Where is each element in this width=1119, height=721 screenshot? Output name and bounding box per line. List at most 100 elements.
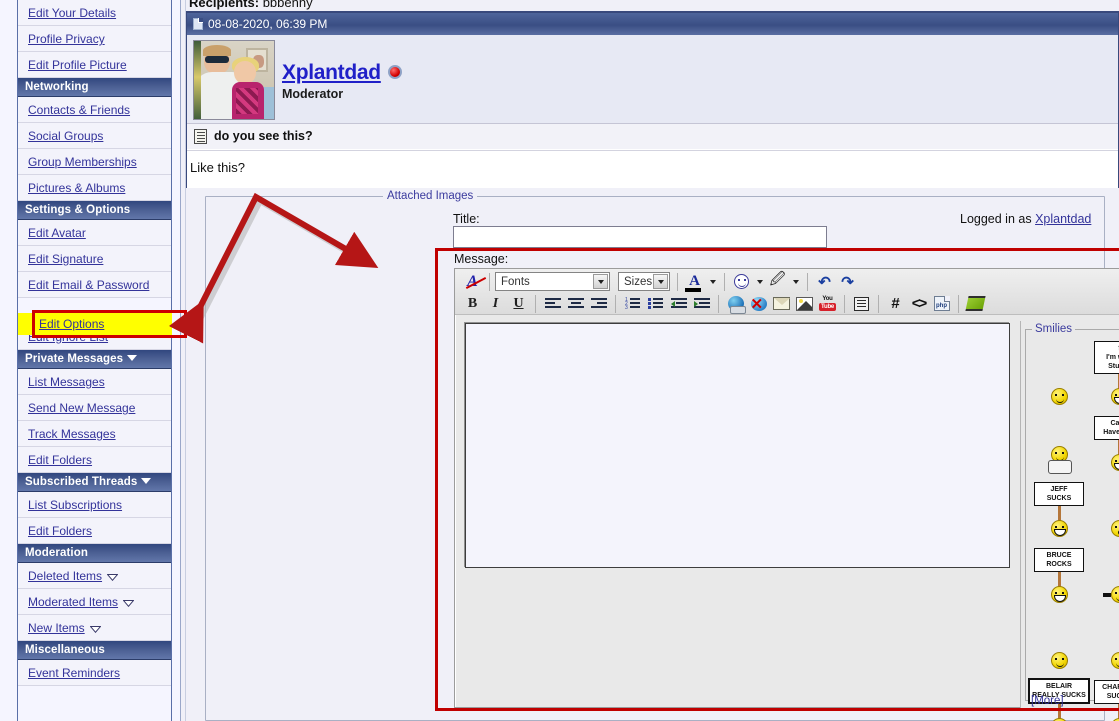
sidebar-item-edit-folders[interactable]: Edit Folders [18, 447, 171, 473]
smilie-cell[interactable]: BRUCE ROCKS [1029, 537, 1089, 603]
smilie-bruce-rocks-icon[interactable]: BRUCE ROCKS [1034, 548, 1084, 603]
sidebar-item-label[interactable]: List Subscriptions [28, 498, 122, 512]
sidebar-item-label[interactable]: Social Groups [28, 129, 103, 143]
sidebar-item-label[interactable]: Edit Avatar [28, 226, 86, 240]
smilie-cell[interactable]: ↑I'm withStupid [1089, 339, 1119, 405]
sidebar-item-moderated-items[interactable]: Moderated Items [18, 589, 171, 615]
insert-php-icon[interactable]: php [930, 293, 953, 315]
align-right-icon[interactable] [587, 293, 610, 315]
insert-html-icon[interactable]: <> [907, 293, 930, 315]
bold-icon[interactable]: B [461, 293, 484, 315]
sidebar-item-new-items[interactable]: New Items [18, 615, 171, 641]
chevron-down-icon[interactable] [141, 477, 152, 484]
align-left-icon[interactable] [541, 293, 564, 315]
smilie-wink-icon[interactable] [1050, 388, 1068, 405]
smilie-can-i-have-it-icon[interactable]: Can IHave It?? [1094, 416, 1119, 471]
logged-in-username-link[interactable]: Xplantdad [1035, 212, 1091, 226]
chevron-down-outline-icon[interactable] [89, 616, 102, 634]
insert-highlight-icon[interactable] [964, 293, 987, 315]
chevron-down-icon[interactable] [653, 274, 668, 289]
sidebar-item-label[interactable]: Edit Profile Picture [28, 58, 127, 72]
insert-code-hash-icon[interactable]: # [884, 293, 907, 315]
italic-icon[interactable]: I [484, 293, 507, 315]
sidebar-item-edit-options[interactable]: Edit Options [29, 313, 179, 335]
smilies-more-link[interactable]: [More] [1031, 695, 1064, 707]
smilies-more[interactable]: [More] [1031, 695, 1064, 707]
sidebar-header-subscribed-threads[interactable]: Subscribed Threads [18, 473, 171, 492]
sidebar-item-edit-your-details[interactable]: Edit Your Details [18, 0, 171, 26]
smilie-cell[interactable] [1029, 405, 1089, 474]
smilie-thumbs-up-icon[interactable] [1110, 652, 1119, 669]
smilie-bruce-rocks-face-icon[interactable] [1050, 586, 1068, 603]
smilie-bow-icon[interactable] [1047, 446, 1072, 474]
sidebar-item-label[interactable]: Moderated Items [28, 595, 118, 609]
sidebar-item-edit-signature[interactable]: Edit Signature [18, 246, 171, 272]
indent-icon[interactable] [690, 293, 713, 315]
sidebar-item-edit-profile-picture[interactable]: Edit Profile Picture [18, 52, 171, 78]
sidebar-item-edit-avatar[interactable]: Edit Avatar [18, 220, 171, 246]
message-textarea[interactable] [465, 323, 1010, 568]
smilie-cell[interactable] [1089, 537, 1119, 603]
undo-icon[interactable]: ↶ [813, 271, 836, 293]
sidebar-item-edit-email-password[interactable]: Edit Email & Password [18, 272, 171, 298]
smilie-cell[interactable] [1089, 603, 1119, 669]
outdent-icon[interactable] [667, 293, 690, 315]
insert-email-icon[interactable] [770, 293, 793, 315]
sidebar-item-label[interactable]: Edit Folders [28, 453, 92, 467]
sidebar-item-edit-options-label[interactable]: Edit Options [39, 317, 104, 331]
smilie-cell[interactable]: Can IHave It?? [1089, 405, 1119, 471]
avatar[interactable] [193, 40, 275, 120]
chevron-down-outline-icon[interactable] [122, 590, 135, 608]
sidebar-item-label[interactable]: Edit Your Details [28, 6, 116, 20]
sidebar-item-label[interactable]: Contacts & Friends [28, 103, 130, 117]
unordered-list-icon[interactable] [644, 293, 667, 315]
sidebar-item-social-groups[interactable]: Social Groups [18, 123, 171, 149]
smilie-shocked-icon[interactable] [1110, 520, 1119, 537]
redo-icon[interactable]: ↷ [836, 271, 859, 293]
smilie-chevron-down-icon[interactable] [753, 271, 766, 293]
sidebar-item-event-reminders[interactable]: Event Reminders [18, 660, 171, 686]
chevron-down-outline-icon[interactable] [106, 564, 119, 582]
sidebar-item-label[interactable]: Edit Signature [28, 252, 103, 266]
font-family-select[interactable]: Fonts [495, 272, 610, 291]
sidebar-item-pictures-albums[interactable]: Pictures & Albums [18, 175, 171, 201]
align-center-icon[interactable] [564, 293, 587, 315]
sidebar-item-contacts-friends[interactable]: Contacts & Friends [18, 97, 171, 123]
sidebar-item-track-messages[interactable]: Track Messages [18, 421, 171, 447]
underline-icon[interactable]: U [507, 293, 530, 315]
sidebar-header-private-messages[interactable]: Private Messages [18, 350, 171, 369]
sidebar-item-edit-folders[interactable]: Edit Folders [18, 518, 171, 544]
font-size-select[interactable]: Sizes [618, 272, 670, 291]
sidebar-item-send-new-message[interactable]: Send New Message [18, 395, 171, 421]
smilie-cell[interactable] [1029, 603, 1089, 669]
sidebar-item-label[interactable]: Edit Email & Password [28, 278, 149, 292]
sidebar-item-label[interactable]: Edit Folders [28, 524, 92, 538]
smilie-cell[interactable]: JEFF SUCKS [1029, 471, 1089, 537]
sidebar-item-label[interactable]: Group Memberships [28, 155, 137, 169]
sidebar-item-label[interactable]: Profile Privacy [28, 32, 105, 46]
sidebar-item-group-memberships[interactable]: Group Memberships [18, 149, 171, 175]
wrap-quote-icon[interactable] [850, 293, 873, 315]
smilie-jeff-sucks-icon[interactable]: JEFF SUCKS [1034, 482, 1084, 537]
font-color-chevron-down-icon[interactable] [706, 271, 719, 293]
chevron-down-icon[interactable] [127, 354, 138, 361]
smilie-jeff-sucks-face-icon[interactable] [1050, 520, 1068, 537]
attachment-chevron-down-icon[interactable] [789, 271, 802, 293]
insert-video-icon[interactable]: You Tube [816, 293, 839, 315]
sidebar-item-label[interactable]: Pictures & Albums [28, 181, 125, 195]
sidebar-item-list-subscriptions[interactable]: List Subscriptions [18, 492, 171, 518]
smilie-icon[interactable] [730, 271, 753, 293]
insert-link-icon[interactable] [724, 293, 747, 315]
sidebar-item-label[interactable]: List Messages [28, 375, 105, 389]
chevron-down-icon[interactable] [593, 274, 608, 289]
smilie-charley-sucks-icon[interactable]: CHARLEYSUCKS [1094, 680, 1119, 721]
sidebar-item-label[interactable]: New Items [28, 621, 85, 635]
title-input[interactable] [453, 226, 827, 248]
smilie-im-with-stupid-face-icon[interactable] [1110, 388, 1119, 405]
smilie-cell[interactable]: CHARLEYSUCKS [1089, 669, 1119, 721]
smilie-smile-icon[interactable] [1050, 652, 1068, 669]
font-color-icon[interactable]: A [683, 271, 706, 293]
smilie-im-with-stupid-icon[interactable]: ↑I'm withStupid [1094, 341, 1119, 405]
sidebar-item-deleted-items[interactable]: Deleted Items [18, 563, 171, 589]
smilie-can-i-have-it-face-icon[interactable] [1110, 454, 1119, 471]
